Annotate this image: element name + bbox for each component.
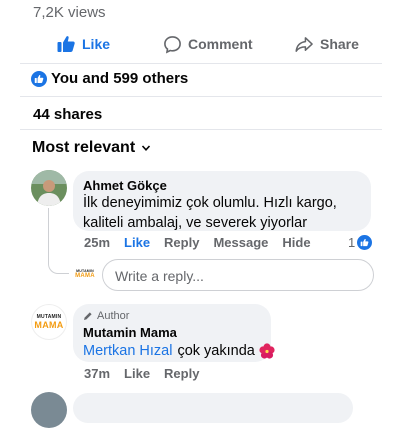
chevron-down-icon [142, 145, 151, 151]
author-badge-label: Author [97, 310, 130, 322]
avatar[interactable]: MUTAMIN MAMA [31, 304, 67, 340]
logo-line2: MAMA [75, 273, 95, 279]
comment-icon [164, 35, 181, 54]
share-button[interactable]: Share [294, 28, 359, 60]
comment-bubble: Author Mutamin Mama Mertkan Hızal çok ya… [73, 304, 275, 362]
shares-count[interactable]: 44 shares [33, 106, 102, 123]
comment-reply-link[interactable]: Reply [164, 235, 199, 250]
like-label: Like [82, 36, 111, 52]
comment-text-row: Mertkan Hızal çok yakında [83, 341, 275, 361]
comment-message-link[interactable]: Message [213, 235, 268, 250]
like-button[interactable]: Like [56, 28, 110, 60]
reactions-summary[interactable]: You and 599 others [31, 70, 188, 87]
comment-meta: 25m Like Reply Message Hide [84, 235, 325, 250]
logo-line2: MAMA [34, 320, 64, 330]
comment-reply-link[interactable]: Reply [164, 366, 199, 381]
thumbs-up-icon [57, 36, 75, 52]
reactions-text: You and 599 others [51, 70, 189, 87]
like-reaction-icon [357, 235, 373, 250]
pencil-icon [84, 312, 92, 320]
post-action-bar: Like Comment Share [0, 28, 400, 60]
like-reaction-icon [31, 70, 47, 87]
hibiscus-icon [259, 343, 275, 359]
reply-placeholder: Write a reply... [115, 268, 204, 284]
comment-like-link[interactable]: Like [124, 366, 150, 381]
comment-label: Comment [188, 36, 253, 52]
sort-label: Most relevant [32, 139, 136, 156]
comment-bubble: Ahmet Gökçe İlk deneyimimiz çok olumlu. … [73, 171, 371, 231]
comment-hide-link[interactable]: Hide [282, 235, 310, 250]
comment-bubble [73, 393, 353, 423]
comment-reaction-count[interactable]: 1 [348, 235, 373, 250]
comment-text: çok yakında [177, 343, 255, 359]
share-icon [295, 36, 313, 52]
comment-time[interactable]: 37m [84, 366, 110, 381]
divider [20, 96, 382, 97]
thread-line [48, 208, 69, 274]
comment-author[interactable]: Ahmet Gökçe [83, 178, 167, 193]
avatar[interactable] [31, 392, 67, 428]
reply-input[interactable]: Write a reply... [102, 259, 374, 291]
comment-author[interactable]: Mutamin Mama [83, 325, 177, 340]
comment-like-link[interactable]: Like [124, 235, 150, 250]
divider [20, 129, 382, 130]
comment-meta: 37m Like Reply [84, 366, 213, 381]
reaction-count: 1 [348, 235, 356, 250]
comment-time[interactable]: 25m [84, 235, 110, 250]
share-label: Share [320, 36, 359, 52]
view-count: 7,2K views [33, 4, 106, 21]
comment-button[interactable]: Comment [163, 28, 253, 60]
page-logo: MUTAMIN MAMA [73, 264, 97, 284]
comment-text: İlk deneyimimiz çok olumlu. Hızlı kargo,… [83, 195, 337, 231]
mention-link[interactable]: Mertkan Hızal [83, 341, 172, 361]
avatar[interactable] [31, 170, 67, 206]
author-badge: Author [83, 310, 129, 322]
divider [20, 63, 382, 64]
comment-sort-dropdown[interactable]: Most relevant [32, 139, 151, 157]
